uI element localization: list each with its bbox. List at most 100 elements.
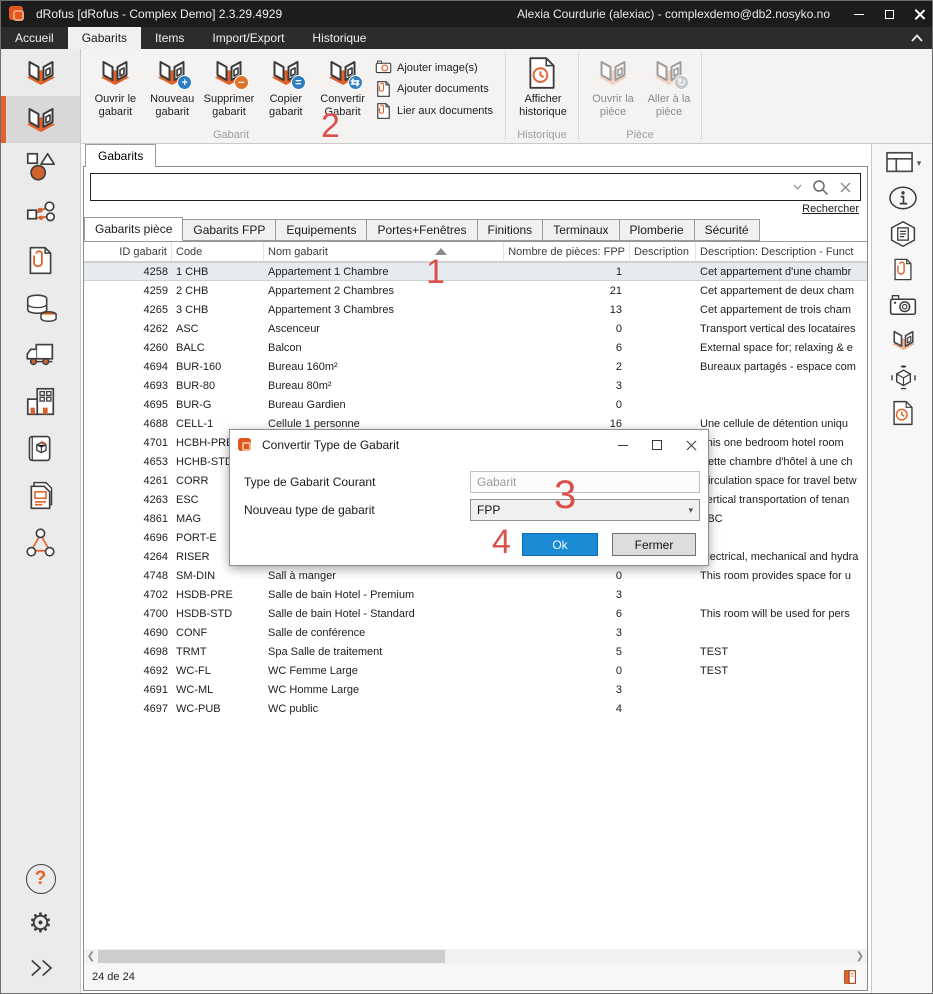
table-row[interactable]: 4260 BALC Balcon 6 External space for; r… — [84, 338, 867, 357]
new-type-select[interactable]: FPP ▾ — [470, 499, 700, 521]
cell-nom: Bureau 160m² — [264, 361, 504, 373]
table-row[interactable]: 4690 CONF Salle de conférence 3 — [84, 623, 867, 642]
attachments-button[interactable] — [890, 256, 916, 283]
table-row[interactable]: 4702 HSDB-PRE Salle de bain Hotel - Prem… — [84, 585, 867, 604]
menu-import-export[interactable]: Import/Export — [198, 27, 298, 49]
sidebar-item-documents[interactable] — [1, 237, 80, 284]
cell-nombre: 3 — [504, 627, 630, 639]
nodes-icon — [24, 526, 57, 559]
classification-button[interactable] — [888, 220, 918, 248]
sidebar-item-systems[interactable] — [1, 190, 80, 237]
table-row[interactable]: 4697 WC-PUB WC public 4 — [84, 699, 867, 718]
col-nom-gabarit[interactable]: Nom gabarit — [264, 242, 504, 261]
scroll-right-icon[interactable]: ❯ — [853, 949, 867, 964]
table-row[interactable]: 4259 2 CHB Appartement 2 Chambres 21 Cet… — [84, 281, 867, 300]
search-link[interactable]: Rechercher — [802, 203, 859, 215]
tab-gabarits-fpp[interactable]: Gabarits FPP — [183, 219, 276, 241]
table-row[interactable]: 4695 BUR-G Bureau Gardien 0 — [84, 395, 867, 414]
sidebar-item-buildings[interactable] — [1, 378, 80, 425]
clear-search-icon[interactable] — [839, 181, 852, 194]
table-row[interactable]: 4700 HSDB-STD Salle de bain Hotel - Stan… — [84, 604, 867, 623]
table-row[interactable]: 4698 TRMT Spa Salle de traitement 5 TEST — [84, 642, 867, 661]
fermer-button[interactable]: Fermer — [612, 533, 696, 556]
tab-gabarits-piece[interactable]: Gabarits pièce — [84, 217, 183, 241]
info-button[interactable] — [887, 184, 919, 212]
col-nombre-pieces[interactable]: Nombre de pièces: FPP — [504, 242, 630, 261]
table-row[interactable]: 4693 BUR-80 Bureau 80m² 3 — [84, 376, 867, 395]
close-button[interactable] — [904, 1, 933, 27]
tab-equipements[interactable]: Equipements — [276, 219, 367, 241]
col-id-gabarit[interactable]: ID gabarit — [84, 242, 172, 261]
collapse-ribbon-button[interactable] — [900, 27, 933, 49]
dialog-minimize-button[interactable] — [606, 430, 640, 460]
link-documents-button[interactable]: Lier aux documents — [375, 102, 493, 120]
chevron-down-icon[interactable] — [793, 184, 802, 190]
add-documents-button[interactable]: Ajouter documents — [375, 80, 493, 98]
sidebar-item-items[interactable] — [1, 143, 80, 190]
scrollbar-thumb[interactable] — [98, 950, 445, 963]
col-description[interactable]: Description — [630, 242, 696, 261]
table-row[interactable]: 4691 WC-ML WC Homme Large 3 — [84, 680, 867, 699]
menu-items[interactable]: Items — [141, 27, 198, 49]
table-row[interactable]: 4748 SM-DIN Sall à manger 0 This room pr… — [84, 566, 867, 585]
new-template-button[interactable]: + Nouveau gabarit — [144, 53, 201, 120]
dialog-title: Convertir Type de Gabarit — [262, 438, 399, 452]
search-icon[interactable] — [812, 179, 829, 196]
sidebar-item-data[interactable] — [1, 284, 80, 331]
document-tab-gabarits[interactable]: Gabarits — [85, 144, 156, 167]
menu-gabarits[interactable]: Gabarits — [68, 27, 141, 49]
maximize-button[interactable] — [874, 1, 904, 27]
table-row[interactable]: 4262 ASC Ascenceur 0 Transport vertical … — [84, 319, 867, 338]
menu-accueil[interactable]: Accueil — [1, 27, 68, 49]
room-icon — [595, 55, 631, 91]
col-code[interactable]: Code — [172, 242, 264, 261]
ok-button[interactable]: Ok — [522, 533, 598, 556]
minimize-button[interactable] — [844, 1, 874, 27]
show-history-button[interactable]: Afficher historique — [513, 53, 573, 118]
sidebar-item-logistics[interactable] — [1, 331, 80, 378]
open-template-button[interactable]: Ouvrir le gabarit — [87, 53, 144, 120]
copy-template-button[interactable]: = Copier gabarit — [257, 53, 314, 120]
delete-template-button[interactable]: − Supprimer gabarit — [201, 53, 258, 120]
expand-sidebar-button[interactable] — [26, 953, 56, 983]
sidebar-item-rooms[interactable] — [1, 49, 80, 96]
room-view-button[interactable] — [889, 326, 918, 355]
model-3d-button[interactable] — [889, 363, 918, 391]
paperclip-document-icon — [24, 244, 57, 277]
col-description-funct[interactable]: Description: Description - Funct — [696, 242, 867, 261]
dialog-maximize-button[interactable] — [640, 430, 674, 460]
menu-historique[interactable]: Historique — [298, 27, 380, 49]
sidebar-item-relations[interactable] — [1, 519, 80, 566]
search-input[interactable] — [91, 174, 793, 200]
table-row[interactable]: 4258 1 CHB Appartement 1 Chambre 1 Cet a… — [84, 262, 867, 281]
tab-portes-fenetres[interactable]: Portes+Fenêtres — [367, 219, 477, 241]
tab-terminaux[interactable]: Terminaux — [543, 219, 619, 241]
panel-layout-button[interactable]: ▾ — [885, 150, 922, 176]
tab-securite[interactable]: Sécurité — [695, 219, 760, 241]
table-row[interactable]: 4694 BUR-160 Bureau 160m² 2 Bureaux part… — [84, 357, 867, 376]
cell-id: 4748 — [84, 570, 172, 582]
images-button[interactable] — [888, 291, 918, 318]
annotation-2: 2 — [321, 109, 340, 143]
log-button[interactable] — [890, 399, 916, 427]
sidebar-item-reports[interactable] — [1, 472, 80, 519]
tab-finitions[interactable]: Finitions — [478, 219, 544, 241]
tab-plomberie[interactable]: Plomberie — [620, 219, 695, 241]
table-row[interactable]: 4265 3 CHB Appartement 3 Chambres 13 Cet… — [84, 300, 867, 319]
settings-button[interactable]: ⚙ — [28, 910, 52, 937]
user-account-label: Alexia Courdurie (alexiac) - complexdemo… — [517, 7, 830, 21]
book-icon[interactable] — [841, 968, 859, 986]
horizontal-scrollbar[interactable]: ❮ ❯ — [84, 949, 867, 964]
status-bar: 24 de 24 — [84, 964, 867, 990]
sidebar-item-products[interactable] — [1, 425, 80, 472]
scroll-left-icon[interactable]: ❮ — [84, 949, 98, 964]
sidebar-item-templates[interactable] — [1, 96, 80, 143]
goto-room-button[interactable]: ↻ Aller à la pièce — [641, 53, 697, 118]
help-button[interactable]: ? — [26, 864, 56, 894]
dialog-close-button[interactable] — [674, 430, 708, 460]
add-images-button[interactable]: Ajouter image(s) — [375, 59, 493, 76]
close-icon — [914, 9, 925, 20]
open-room-button[interactable]: Ouvrir la pièce — [585, 53, 641, 118]
table-row[interactable]: 4692 WC-FL WC Femme Large 0 TEST — [84, 661, 867, 680]
cell-code: SM-DIN — [172, 570, 264, 582]
